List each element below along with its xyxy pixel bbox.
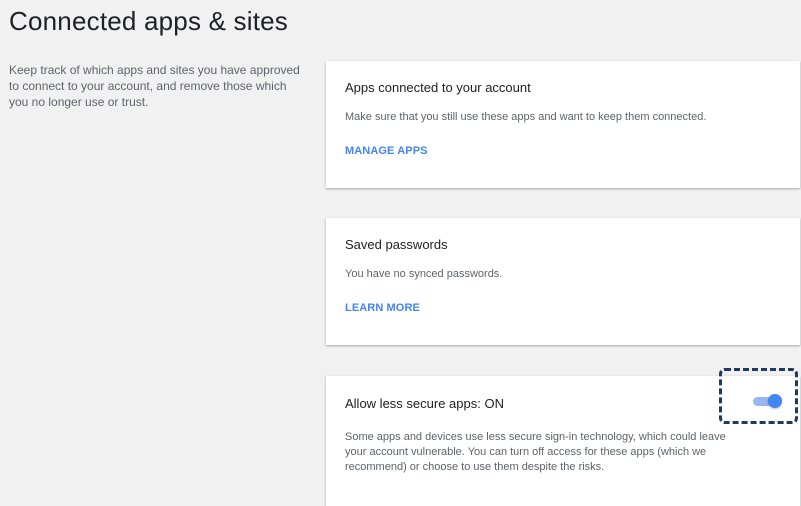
apps-connected-card: Apps connected to your account Make sure… xyxy=(326,61,800,188)
less-secure-apps-card: Allow less secure apps: ON Some apps and… xyxy=(326,376,800,506)
apps-connected-title: Apps connected to your account xyxy=(345,80,531,95)
intro-text: Keep track of which apps and sites you h… xyxy=(9,63,300,109)
manage-apps-link[interactable]: MANAGE APPS xyxy=(345,145,428,157)
learn-more-link[interactable]: LEARN MORE xyxy=(345,302,420,314)
page: Connected apps & sites Keep track of whi… xyxy=(0,0,801,506)
less-secure-apps-title: Allow less secure apps: ON xyxy=(345,396,504,411)
toggle-thumb xyxy=(768,394,782,408)
saved-passwords-card: Saved passwords You have no synced passw… xyxy=(326,218,800,345)
saved-passwords-description: You have no synced passwords. xyxy=(345,268,503,280)
saved-passwords-title: Saved passwords xyxy=(345,237,448,252)
less-secure-apps-description: Some apps and devices use less secure si… xyxy=(345,431,726,473)
less-secure-apps-toggle[interactable] xyxy=(753,394,783,408)
page-title: Connected apps & sites xyxy=(9,6,289,36)
apps-connected-description: Make sure that you still use these apps … xyxy=(345,111,707,123)
